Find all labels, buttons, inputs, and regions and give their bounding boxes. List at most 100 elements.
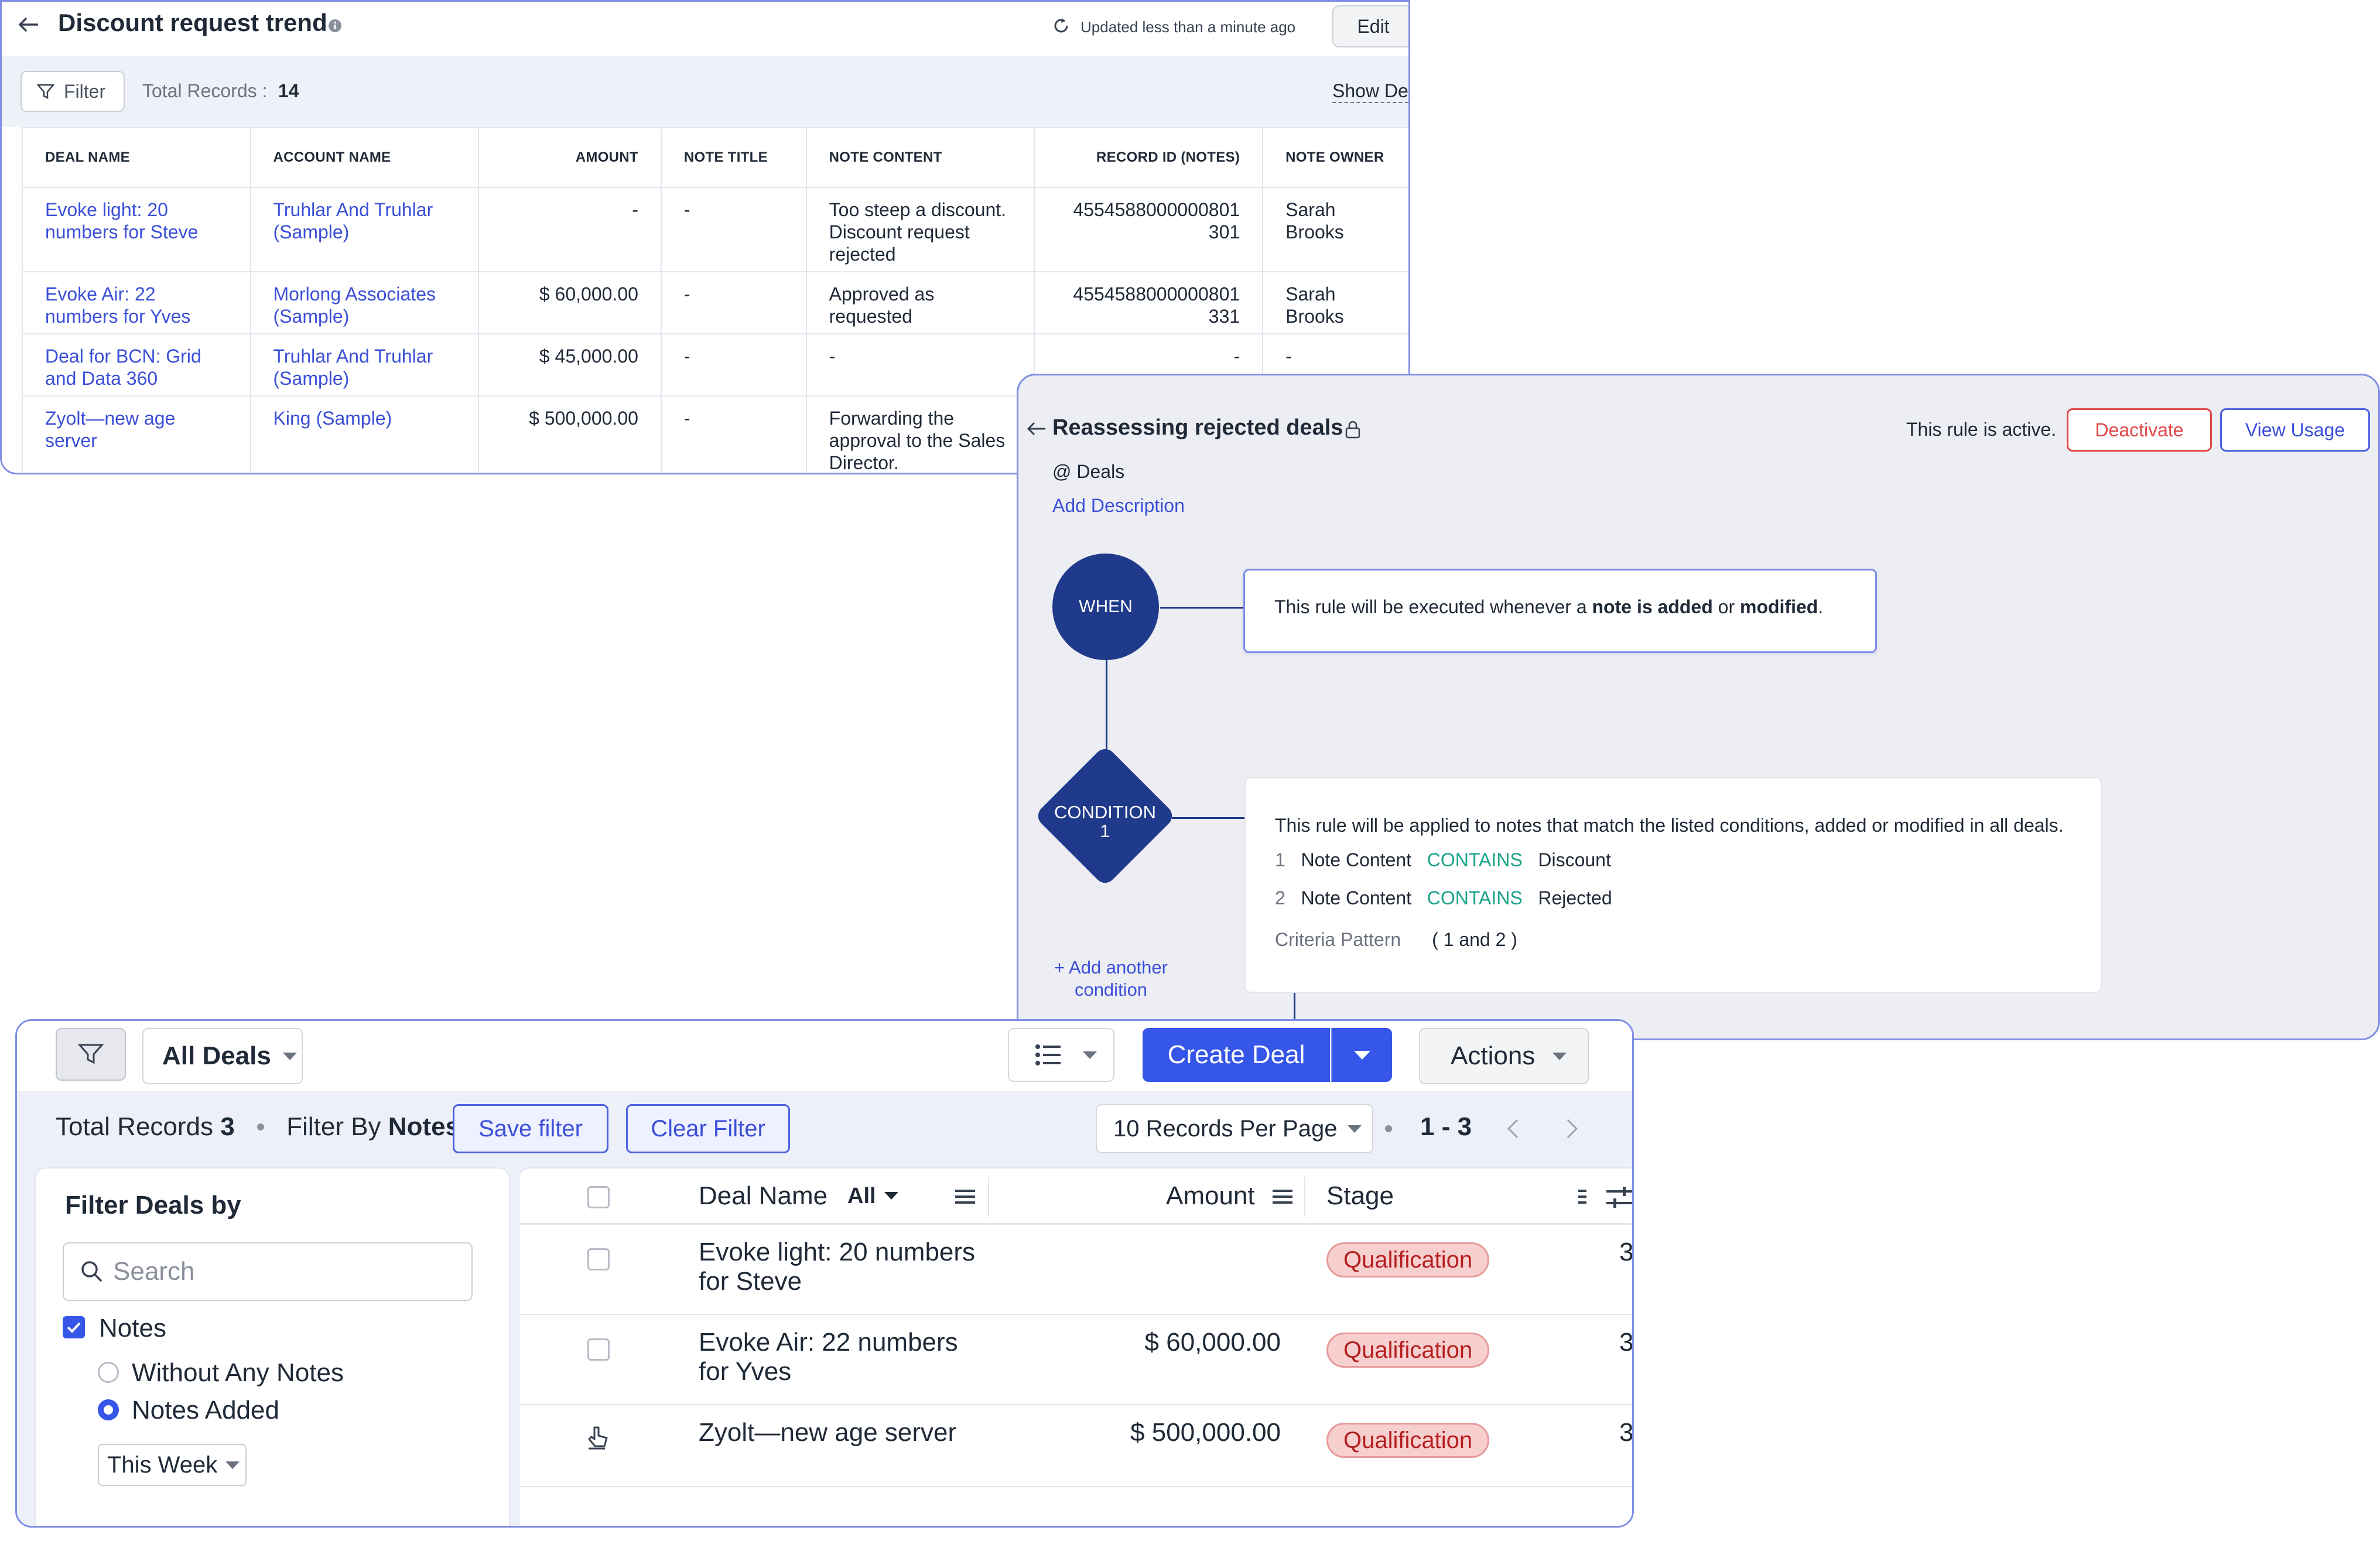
clear-filter-button[interactable]: Clear Filter: [626, 1104, 790, 1153]
condition-number: 1: [1100, 821, 1110, 841]
deal-link[interactable]: Evoke light: 20 numbers for Steve: [22, 187, 251, 272]
show-details-link[interactable]: Show De: [1332, 80, 1408, 103]
edit-button[interactable]: Edit: [1332, 5, 1408, 47]
when-text: or: [1712, 596, 1740, 617]
table-row[interactable]: Evoke Air: 22 numbers for Yves $ 60,000.…: [519, 1315, 1634, 1405]
report-header: Discount request trend Updated less than…: [2, 2, 1408, 56]
list-icon: [1035, 1044, 1061, 1065]
notes-added-radio[interactable]: [98, 1399, 119, 1420]
back-arrow-icon[interactable]: [18, 16, 39, 33]
col-note-title[interactable]: NOTE TITLE: [660, 127, 807, 188]
deal-link[interactable]: Zyolt—new age server: [22, 395, 251, 473]
account-link[interactable]: Truhlar And Truhlar (Sample): [249, 187, 480, 272]
condition-box[interactable]: This rule will be applied to notes that …: [1244, 777, 2102, 993]
add-condition-text: condition: [1074, 979, 1148, 1000]
actions-button[interactable]: Actions: [1419, 1028, 1589, 1084]
rule-panel: Reassessing rejected deals @ Deals Add D…: [1017, 374, 2380, 1040]
col-record-id[interactable]: RECORD ID (NOTES): [1034, 127, 1264, 188]
column-menu-icon[interactable]: [955, 1188, 975, 1205]
amount-cell: -: [478, 187, 662, 272]
chevron-down-icon: [1348, 1125, 1362, 1133]
col-note-content[interactable]: NOTE CONTENT: [805, 127, 1035, 188]
when-box[interactable]: This rule will be executed whenever a no…: [1243, 569, 1877, 653]
view-selector[interactable]: All Deals: [142, 1028, 303, 1084]
notes-checkbox[interactable]: [63, 1316, 85, 1338]
table-row[interactable]: Zyolt—new age server $ 500,000.00 Qualif…: [519, 1405, 1634, 1487]
account-link[interactable]: King (Sample): [249, 395, 480, 473]
actions-label: Actions: [1451, 1041, 1536, 1070]
notes-label: Notes: [99, 1314, 166, 1343]
rule-title: Reassessing rejected deals: [1052, 415, 1343, 440]
criteria-label: Criteria Pattern: [1275, 929, 1401, 950]
deal-link[interactable]: Deal for BCN: Grid and Data 360: [22, 333, 251, 397]
row-checkbox[interactable]: [587, 1338, 610, 1361]
note-content-cell: -: [805, 333, 1035, 397]
when-node: WHEN: [1052, 554, 1159, 660]
hand-pointer-icon[interactable]: [586, 1425, 611, 1451]
chevron-down-icon: [1553, 1052, 1567, 1060]
account-link[interactable]: Truhlar And Truhlar (Sample): [249, 333, 480, 397]
col-deal-name[interactable]: DEAL NAME: [22, 127, 251, 188]
per-page-selector[interactable]: 10 Records Per Page: [1096, 1104, 1373, 1153]
row-checkbox[interactable]: [587, 1248, 610, 1270]
back-arrow-icon[interactable]: [1027, 420, 1047, 438]
view-usage-button[interactable]: View Usage: [2220, 408, 2370, 452]
add-condition-link[interactable]: + Add another condition: [1047, 957, 1175, 1001]
col-all-label: All: [847, 1184, 876, 1208]
column-divider: [1304, 1177, 1305, 1217]
deal-name-cell[interactable]: Evoke light: 20 numbers for Steve: [699, 1238, 975, 1296]
when-text: This rule will be executed whenever a: [1274, 596, 1592, 617]
extra-cell: 3: [1619, 1328, 1634, 1357]
create-deal-dropdown[interactable]: [1331, 1028, 1392, 1082]
col-account-name[interactable]: ACCOUNT NAME: [249, 127, 480, 188]
col-all-filter[interactable]: All: [847, 1184, 899, 1209]
filter-by-label: Filter By: [286, 1112, 381, 1141]
list-view-selector[interactable]: [1008, 1028, 1114, 1082]
save-filter-button[interactable]: Save filter: [453, 1104, 608, 1153]
rule-module: @ Deals: [1052, 461, 1125, 482]
sidebar-title: Filter Deals by: [65, 1191, 241, 1220]
funnel-icon: [78, 1044, 104, 1064]
amount-cell: $ 500,000.00: [478, 395, 662, 473]
period-selector[interactable]: This Week: [98, 1444, 247, 1486]
refresh-icon[interactable]: [1051, 16, 1071, 36]
deal-name-cell[interactable]: Evoke Air: 22 numbers for Yves: [699, 1328, 958, 1386]
chevron-right-icon[interactable]: [1565, 1118, 1579, 1139]
col-deal-name[interactable]: Deal Name: [699, 1181, 827, 1211]
stage-badge: Qualification: [1326, 1333, 1490, 1368]
col-amount[interactable]: AMOUNT: [478, 127, 662, 188]
create-deal-button[interactable]: Create Deal: [1143, 1028, 1330, 1082]
select-all-checkbox[interactable]: [587, 1186, 610, 1208]
filter-toggle-button[interactable]: [56, 1028, 126, 1081]
check-icon: [67, 1322, 81, 1333]
note-title-cell: -: [660, 187, 807, 272]
chevron-down-icon: [884, 1192, 899, 1200]
info-icon[interactable]: [327, 18, 343, 33]
without-notes-radio[interactable]: [98, 1362, 119, 1383]
column-menu-icon[interactable]: [1578, 1188, 1586, 1205]
amount-cell: $ 60,000.00: [478, 271, 662, 334]
column-settings-icon[interactable]: [1606, 1186, 1633, 1208]
extra-cell: 3: [1619, 1418, 1634, 1447]
add-description-link[interactable]: Add Description: [1052, 495, 1185, 517]
when-event: note is added: [1592, 596, 1713, 617]
deal-name-line: Evoke Air: 22 numbers: [699, 1328, 958, 1357]
deactivate-button[interactable]: Deactivate: [2067, 408, 2212, 452]
col-note-owner[interactable]: NOTE OWNER: [1262, 127, 1408, 188]
account-link[interactable]: Morlong Associates (Sample): [249, 271, 480, 334]
table-row[interactable]: Evoke light: 20 numbers for Steve Qualif…: [519, 1225, 1632, 1315]
filter-button[interactable]: Filter: [20, 71, 125, 112]
stage-badge: Qualification: [1326, 1423, 1490, 1458]
col-stage[interactable]: Stage: [1326, 1181, 1394, 1211]
per-page-label: 10 Records Per Page: [1113, 1115, 1338, 1142]
deal-name-line: for Steve: [699, 1267, 802, 1296]
col-amount[interactable]: Amount: [1166, 1181, 1255, 1211]
column-menu-icon[interactable]: [1273, 1188, 1292, 1205]
deal-name-cell[interactable]: Zyolt—new age server: [699, 1418, 956, 1447]
chevron-down-icon: [1354, 1050, 1370, 1060]
when-event: modified: [1739, 596, 1818, 617]
note-content-cell: Too steep a discount. Discount request r…: [805, 187, 1035, 272]
chevron-left-icon[interactable]: [1506, 1118, 1520, 1139]
search-input[interactable]: Search: [63, 1242, 473, 1301]
deal-link[interactable]: Evoke Air: 22 numbers for Yves: [22, 271, 251, 334]
